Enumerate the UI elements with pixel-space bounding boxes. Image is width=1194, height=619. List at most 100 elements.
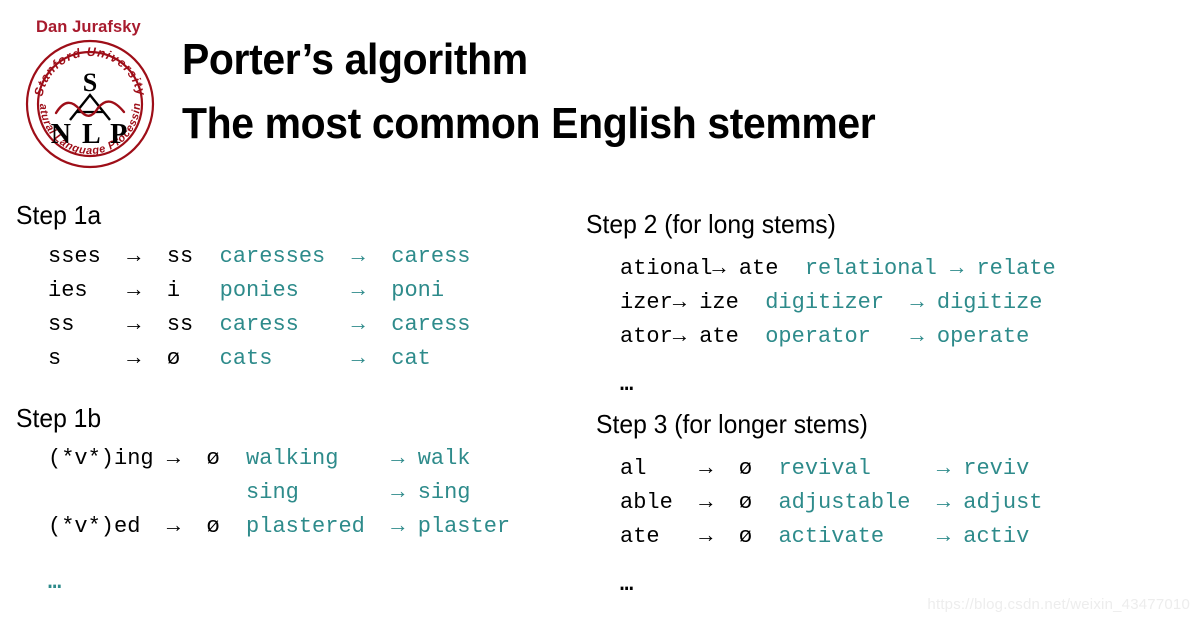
rule-result: ø: [206, 446, 247, 471]
section-heading-step-3: Step 3 (for longer stems): [596, 409, 868, 439]
rule-arrow: [167, 476, 207, 510]
rule-row: ss → ss caress → caress: [48, 308, 471, 342]
example-stem: walk: [417, 446, 471, 471]
rule-arrow: →: [127, 346, 167, 371]
rule-pattern: sses: [48, 244, 128, 269]
example-stem: sing: [417, 480, 471, 505]
rule-row: al → ø revival → reviv: [620, 452, 1043, 486]
watermark: https://blog.csdn.net/weixin_43477010: [927, 596, 1190, 613]
example-arrow: →: [351, 244, 392, 269]
example-word: sing: [246, 480, 392, 505]
page-title: Porter’s algorithm The most common Engli…: [182, 28, 1122, 156]
rule-row: ate → ø activate → activ: [620, 520, 1043, 554]
example-stem: poni: [391, 278, 445, 303]
example-stem: reviv: [963, 456, 1030, 481]
example-arrow: →: [351, 278, 392, 303]
example-arrow: →: [391, 446, 418, 471]
rule-row: (*v*)ing → ø walking → walk: [48, 442, 510, 476]
slide-canvas: Dan Jurafsky Stanford University Natural…: [0, 0, 1194, 619]
rules-step-3: al → ø revival → reviv able → ø adjustabl…: [620, 452, 1043, 554]
example-word: revival: [778, 456, 937, 481]
rules-step-1a: sses → ss caresses → caress ies → i ponie…: [48, 240, 471, 376]
ellipsis-step-3: …: [620, 572, 635, 597]
example-arrow: →: [391, 514, 418, 539]
rule-result: ss: [166, 244, 220, 269]
rule-pattern: ator: [620, 324, 673, 349]
rule-result: ø: [738, 490, 779, 515]
example-word: ponies: [219, 278, 352, 303]
rule-row: sses → ss caresses → caress: [48, 240, 471, 274]
example-stem: caress: [391, 244, 471, 269]
rule-result: ø: [166, 346, 220, 371]
example-arrow: →: [936, 456, 964, 481]
logo-letter-s: S: [83, 68, 97, 97]
rule-arrow: →: [699, 524, 739, 549]
example-arrow: →: [910, 290, 937, 315]
example-word: adjustable: [778, 490, 937, 515]
example-stem: adjust: [963, 490, 1043, 515]
example-stem: plaster: [417, 514, 511, 539]
rule-arrow: →: [166, 514, 207, 539]
ellipsis-step-1b: …: [48, 570, 63, 595]
rule-pattern: [48, 476, 167, 510]
rule-row: (*v*)ed → ø plastered → plaster: [48, 510, 510, 544]
rule-result: ø: [206, 514, 247, 539]
example-stem: caress: [391, 312, 471, 337]
stanford-nlp-logo: Stanford University Natural Language Pro…: [19, 29, 156, 170]
rule-pattern: ate: [620, 524, 700, 549]
rule-row: izer → ize digitizer → digitize: [620, 286, 1056, 320]
example-stem: activ: [963, 524, 1030, 549]
example-word: digitizer: [765, 290, 911, 315]
rule-row: s → ø cats → cat: [48, 342, 471, 376]
rule-row: ational → ate relational → relate: [620, 252, 1056, 286]
rule-arrow: →: [672, 324, 700, 349]
rule-pattern: (*v*)ing: [48, 446, 167, 471]
example-stem: digitize: [936, 290, 1043, 315]
example-word: plastered: [246, 514, 392, 539]
example-stem: cat: [391, 346, 431, 371]
rule-row: able → ø adjustable → adjust: [620, 486, 1043, 520]
rule-pattern: (*v*)ed: [48, 514, 167, 539]
rule-result: ate: [699, 324, 766, 349]
rule-arrow: →: [712, 256, 739, 281]
example-word: caresses: [219, 244, 352, 269]
example-arrow: →: [936, 490, 964, 515]
example-arrow: →: [936, 524, 964, 549]
section-heading-step-1b: Step 1b: [16, 403, 102, 433]
author-name: Dan Jurafsky: [36, 18, 141, 36]
example-stem: operate: [936, 324, 1030, 349]
logo-letters-nlp: N L P: [51, 119, 129, 150]
rule-pattern: ss: [48, 312, 128, 337]
rule-arrow: →: [699, 456, 739, 481]
rule-pattern: ational: [620, 256, 713, 281]
example-word: walking: [246, 446, 392, 471]
rule-arrow: →: [672, 290, 700, 315]
rule-pattern: able: [620, 490, 700, 515]
rule-result: ss: [166, 312, 220, 337]
section-heading-step-1a: Step 1a: [16, 200, 102, 230]
rule-result: [206, 476, 246, 510]
rule-arrow: →: [127, 278, 167, 303]
rule-row: ator → ate operator → operate: [620, 320, 1056, 354]
rule-result: ø: [738, 456, 779, 481]
example-word: operator: [765, 324, 911, 349]
example-arrow: →: [391, 480, 418, 505]
example-word: activate: [778, 524, 937, 549]
example-arrow: →: [351, 346, 392, 371]
rules-step-2: ational → ate relational → relate izer → iz…: [620, 252, 1056, 354]
title-line-2: The most common English stemmer: [182, 99, 876, 148]
section-heading-step-2: Step 2 (for long stems): [586, 209, 836, 239]
rule-row: sing → sing: [48, 476, 510, 510]
example-stem: relate: [976, 256, 1056, 281]
rule-pattern: s: [48, 346, 128, 371]
ellipsis-step-2: …: [620, 372, 635, 397]
example-word: caress: [219, 312, 352, 337]
rule-result: ate: [738, 256, 805, 281]
rule-arrow: →: [166, 446, 207, 471]
rules-step-1b: (*v*)ing → ø walking → walk sing → sing(…: [48, 442, 510, 544]
example-word: relational: [804, 256, 951, 281]
rule-pattern: al: [620, 456, 700, 481]
rule-arrow: →: [127, 244, 167, 269]
rule-pattern: izer: [620, 290, 673, 315]
rule-arrow: →: [127, 312, 167, 337]
